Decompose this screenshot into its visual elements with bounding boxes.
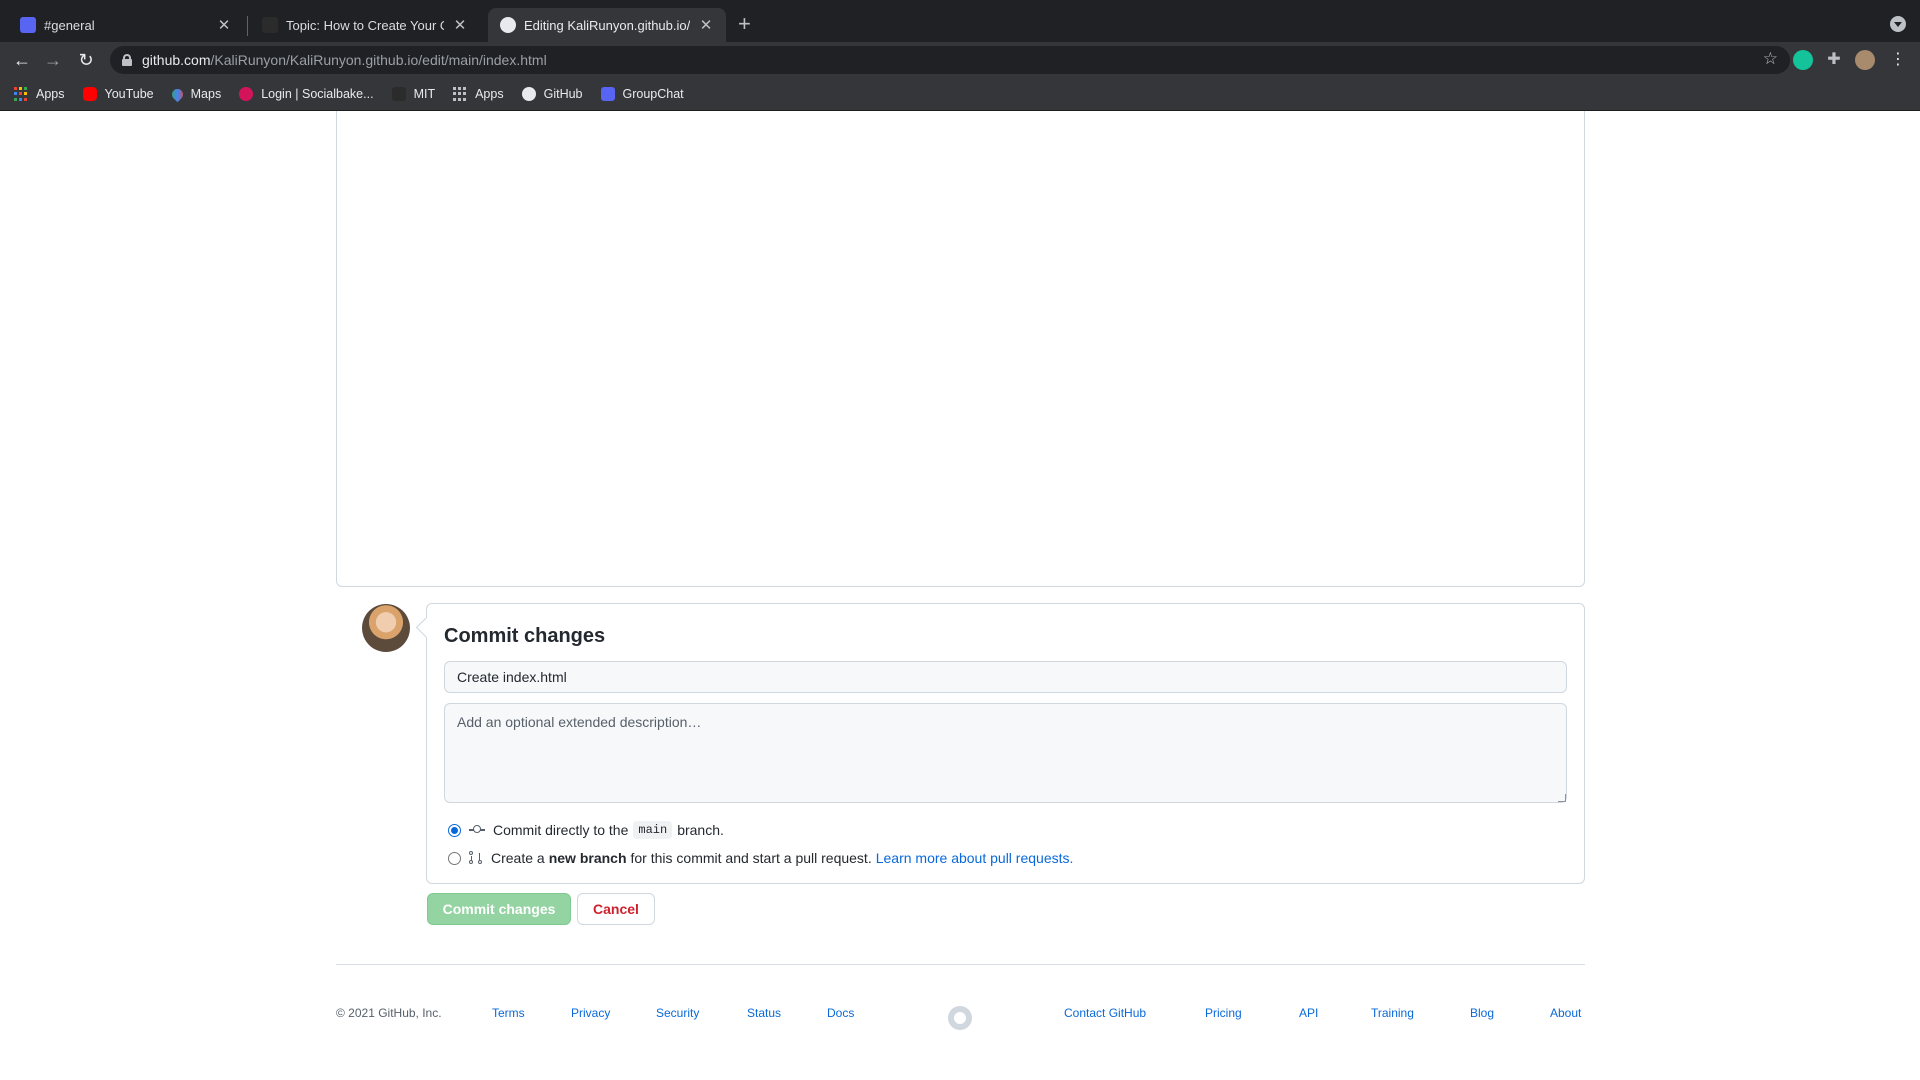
bookmark-label: MIT: [413, 87, 436, 101]
commit-changes-button[interactable]: Commit changes: [427, 893, 571, 925]
grammarly-icon[interactable]: [1793, 50, 1813, 70]
reload-icon[interactable]: ↻: [74, 48, 98, 72]
learn-more-pull-requests-link[interactable]: Learn more about pull requests.: [876, 850, 1074, 866]
commit-form: Commit changes Commit directly to the ma…: [426, 603, 1585, 884]
bookmark-socialbakers[interactable]: Login | Socialbake...: [239, 87, 374, 101]
bookmark-github[interactable]: GitHub: [521, 87, 583, 101]
discord-icon: [20, 17, 36, 33]
forward-icon[interactable]: →: [41, 48, 65, 72]
footer-link-training[interactable]: Training: [1371, 1006, 1414, 1020]
github-icon: [521, 87, 536, 101]
bookmark-label: Login | Socialbake...: [261, 87, 374, 101]
bookmark-apps[interactable]: Apps: [14, 87, 65, 101]
github-logo-icon[interactable]: [948, 1006, 972, 1030]
resize-grip-icon[interactable]: [1558, 794, 1566, 802]
lock-icon: [122, 54, 132, 66]
new-branch-radio[interactable]: [448, 851, 461, 865]
codecademy-icon: [262, 17, 278, 33]
github-icon: [500, 17, 516, 33]
commit-direct-option[interactable]: Commit directly to the main branch.: [448, 821, 724, 839]
footer-link-security[interactable]: Security: [656, 1006, 699, 1020]
tab-search-icon[interactable]: [1890, 16, 1906, 32]
footer-link-blog[interactable]: Blog: [1470, 1006, 1494, 1020]
avatar: [362, 604, 410, 652]
tab-editing-github[interactable]: Editing KaliRunyon.github.io/in ✕: [488, 8, 726, 42]
option-new-bold: new branch: [548, 850, 627, 866]
bookmark-maps[interactable]: Maps: [169, 86, 222, 102]
bookmarks-bar: Apps YouTube Maps Login | Socialbake... …: [0, 78, 1920, 111]
address-bar[interactable]: github.com /KaliRunyon/KaliRunyon.github…: [110, 46, 1790, 74]
tab-topic[interactable]: Topic: How to Create Your Own ✕: [250, 8, 480, 42]
bookmark-label: Apps: [475, 87, 504, 101]
commit-summary-input[interactable]: [444, 661, 1567, 693]
new-branch-option[interactable]: Create a new branch for this commit and …: [448, 850, 1073, 866]
bookmark-mit[interactable]: MIT: [391, 87, 436, 101]
git-pull-request-icon: [469, 851, 483, 865]
browser-menu-icon[interactable]: ⋮: [1888, 50, 1908, 70]
new-tab-icon[interactable]: +: [738, 12, 751, 36]
code-editor-area[interactable]: [336, 111, 1585, 587]
footer-link-docs[interactable]: Docs: [827, 1006, 854, 1020]
bookmark-groupchat[interactable]: GroupChat: [600, 87, 684, 101]
maps-icon: [169, 86, 185, 102]
option-new-prefix: Create a: [491, 850, 545, 866]
footer-link-terms[interactable]: Terms: [492, 1006, 525, 1020]
bookmark-label: GroupChat: [622, 87, 684, 101]
bookmark-star-icon[interactable]: ☆: [1763, 49, 1778, 69]
commit-description-input[interactable]: [444, 703, 1567, 803]
browser-tabstrip: #general ✕ Topic: How to Create Your Own…: [0, 0, 1920, 42]
footer-divider: [336, 964, 1585, 965]
tab-title: #general: [44, 17, 95, 33]
bookmark-label: GitHub: [543, 87, 583, 101]
option-new-suffix: for this commit and start a pull request…: [630, 850, 872, 866]
bookmark-label: Apps: [36, 87, 65, 101]
branch-name: main: [633, 821, 673, 839]
footer-copyright: © 2021 GitHub, Inc.: [336, 1006, 442, 1020]
tab-title: Topic: How to Create Your Own: [286, 17, 444, 33]
bookmark-apps-2[interactable]: Apps: [453, 87, 504, 101]
youtube-icon: [82, 87, 97, 101]
bookmark-label: Maps: [190, 87, 222, 101]
back-icon[interactable]: ←: [10, 48, 34, 72]
bookmark-label: YouTube: [104, 87, 154, 101]
footer-link-contact[interactable]: Contact GitHub: [1064, 1006, 1146, 1020]
tab-close-icon[interactable]: ✕: [698, 16, 714, 34]
tab-separator: [247, 16, 248, 36]
commit-direct-radio[interactable]: [448, 823, 461, 837]
bookmark-youtube[interactable]: YouTube: [82, 87, 154, 101]
git-commit-icon: [469, 825, 485, 835]
commit-title: Commit changes: [444, 625, 606, 647]
tab-discord-general[interactable]: #general ✕: [8, 8, 244, 42]
footer-link-privacy[interactable]: Privacy: [571, 1006, 610, 1020]
extensions-puzzle-icon[interactable]: ✚: [1824, 50, 1844, 70]
cancel-button[interactable]: Cancel: [577, 893, 655, 925]
discord-icon: [600, 87, 615, 101]
footer-link-status[interactable]: Status: [747, 1006, 781, 1020]
url-path: /KaliRunyon/KaliRunyon.github.io/edit/ma…: [210, 52, 547, 68]
tab-title: Editing KaliRunyon.github.io/in: [524, 17, 690, 33]
apps-grid-icon: [453, 87, 467, 101]
profile-avatar[interactable]: [1855, 50, 1875, 70]
browser-toolbar: ← → ↻ github.com /KaliRunyon/KaliRunyon.…: [0, 42, 1920, 78]
footer: © 2021 GitHub, Inc. Terms Privacy Securi…: [336, 1006, 1585, 1030]
footer-link-about[interactable]: About: [1550, 1006, 1581, 1020]
apps-grid-icon: [14, 87, 28, 101]
tab-close-icon[interactable]: ✕: [452, 16, 468, 34]
codecademy-icon: [391, 87, 406, 101]
footer-link-pricing[interactable]: Pricing: [1205, 1006, 1242, 1020]
footer-link-api[interactable]: API: [1299, 1006, 1318, 1020]
tab-close-icon[interactable]: ✕: [216, 16, 232, 34]
url-host: github.com: [142, 52, 211, 68]
option-direct-prefix: Commit directly to the: [493, 822, 629, 838]
socialbakers-icon: [239, 87, 254, 101]
option-direct-suffix: branch.: [677, 822, 724, 838]
